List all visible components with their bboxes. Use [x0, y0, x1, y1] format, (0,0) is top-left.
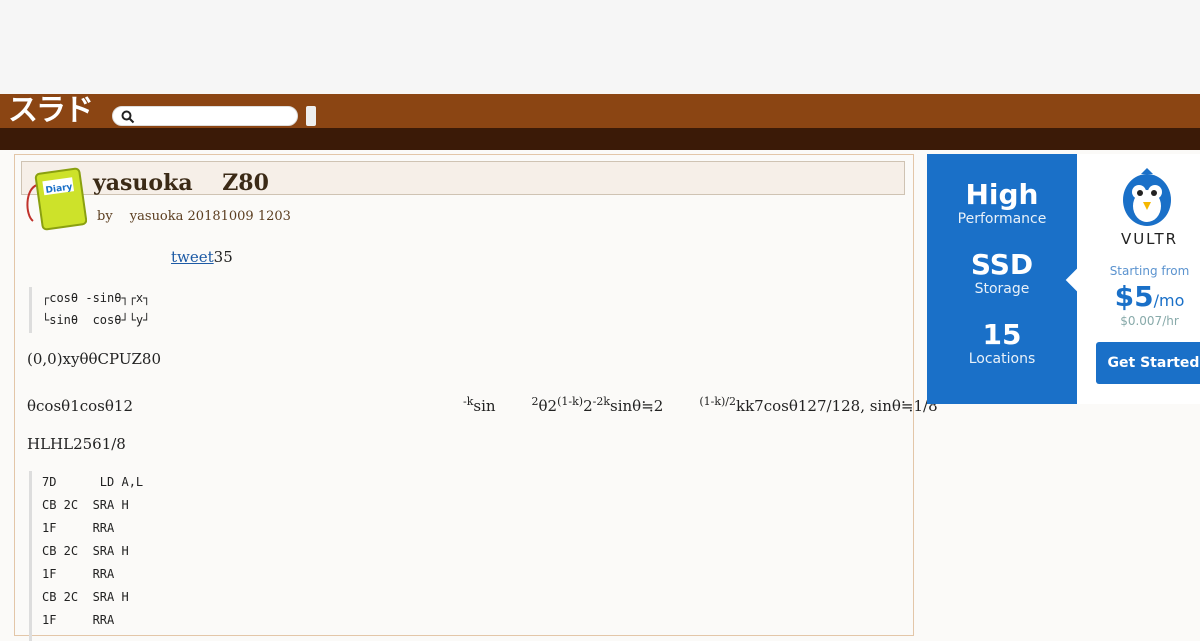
story-article: Diary yasuoka Z80 by yasuoka 20181009 12…: [14, 154, 938, 641]
text: θ2: [538, 397, 558, 415]
tweet-link[interactable]: tweet: [171, 248, 214, 266]
ad-features-panel: High Performance SSD Storage 15 Location…: [927, 154, 1077, 404]
ad-hourly: $0.007/hr: [1120, 314, 1179, 328]
top-band: [0, 0, 1200, 94]
code-line: 1F RRA: [42, 567, 115, 581]
ad-storage: Storage: [974, 281, 1030, 297]
code-line: CB 2C SRA H: [42, 498, 129, 512]
sup: (1-k)/2: [699, 395, 736, 408]
ad-brand: VULTR: [1120, 230, 1179, 248]
diary-icon: Diary: [26, 167, 87, 231]
ad-locations: Locations: [968, 351, 1036, 367]
search-input[interactable]: [139, 108, 293, 126]
text: 2: [583, 397, 593, 415]
search-box[interactable]: [112, 106, 298, 126]
code-line: 7D LD A,L: [42, 475, 144, 489]
sup: -2k: [592, 395, 611, 408]
ad-locations-count: 15: [982, 318, 1022, 351]
tweet-count: 35: [213, 248, 233, 266]
code-line: CB 2C SRA H: [42, 590, 129, 604]
story-title[interactable]: yasuoka Z80: [93, 165, 269, 197]
search-button[interactable]: [306, 106, 316, 126]
site-logo[interactable]: スラド: [8, 96, 94, 126]
ad-price-per: /mo: [1153, 291, 1185, 310]
search-icon: [121, 110, 135, 124]
sup: 2: [531, 395, 539, 408]
ad-starting: Starting from: [1109, 264, 1190, 278]
ad-high: High: [965, 178, 1039, 211]
matrix-line: ┌cosθ -sinθ┐┌x┐: [42, 291, 151, 305]
ad-ssd: SSD: [970, 248, 1034, 281]
code-line: 1F RRA: [42, 613, 115, 627]
ad-performance: Performance: [957, 211, 1047, 227]
get-started-button[interactable]: Get Started: [1096, 342, 1200, 384]
text: sin: [473, 397, 496, 415]
text: kk7cosθ127/128, sinθ≒1/8: [736, 397, 938, 415]
text: θcosθ1cosθ12: [27, 397, 133, 415]
paragraph: (0,0)xyθθCPUZ80: [27, 350, 162, 368]
vultr-bird-icon: [1123, 168, 1171, 226]
matrix-line: └sinθ cosθ┘└y┘: [42, 313, 151, 327]
ad-offer-panel: VULTR Starting from $5/mo $0.007/hr Get …: [1087, 154, 1200, 404]
code-line: 1F RRA: [42, 521, 115, 535]
sup: -k: [462, 395, 474, 408]
code-line: CB 2C SRA H: [42, 544, 129, 558]
vultr-ad[interactable]: High Performance SSD Storage 15 Location…: [927, 154, 1200, 404]
paragraph-math: θcosθ1cosθ12 -ksin 2θ2(1-k)2-2ksinθ≒2 (1-k)…: [27, 395, 938, 415]
text: sinθ≒2: [610, 397, 664, 415]
code-block: 7D LD A,L CB 2C SRA H 1F RRA CB 2C SRA H…: [29, 471, 452, 641]
matrix-block: ┌cosθ -sinθ┐┌x┐ └sinθ cosθ┘└y┘: [29, 287, 432, 333]
ad-price-value: $5: [1114, 280, 1154, 313]
tweet-row: tweet35: [171, 248, 233, 266]
site-subheader: [0, 128, 1200, 150]
paragraph: HLHL2561/8: [27, 435, 126, 453]
ad-price: $5/mo: [1093, 280, 1200, 313]
sup: (1-k): [557, 395, 584, 408]
story-byline: by yasuoka 20181009 1203: [97, 209, 291, 224]
